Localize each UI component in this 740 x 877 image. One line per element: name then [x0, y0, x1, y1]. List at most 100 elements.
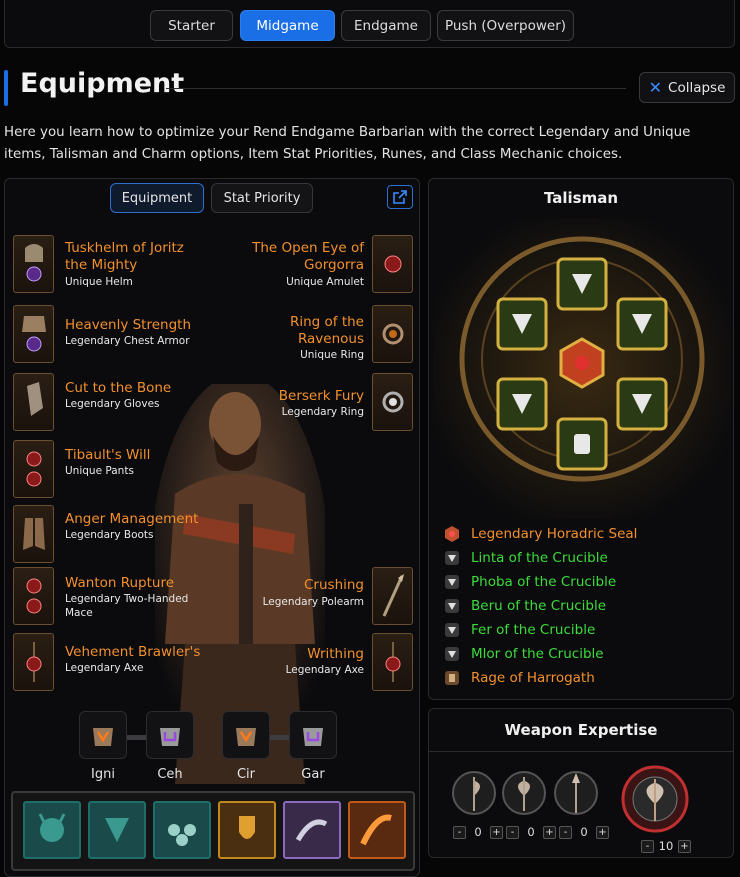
- tab-midgame[interactable]: Midgame: [240, 10, 335, 41]
- rune-orange-icon: [236, 728, 256, 746]
- chest-armor-slot[interactable]: [13, 305, 54, 363]
- rallying-cry-skill-icon[interactable]: [153, 801, 211, 859]
- boots-slot[interactable]: [13, 505, 54, 563]
- axe-slot[interactable]: [372, 633, 413, 691]
- external-link-icon[interactable]: [387, 185, 413, 209]
- charm-row[interactable]: Linta of the Crucible: [443, 547, 608, 569]
- item-name[interactable]: Cut to the Bone: [65, 380, 171, 397]
- rune-purple-icon: [303, 728, 323, 746]
- pants-slot[interactable]: [13, 440, 54, 498]
- item-name[interactable]: Writhing: [307, 646, 364, 663]
- item-type: Unique Amulet: [286, 276, 364, 288]
- rune-label: Gar: [301, 767, 325, 782]
- item-name[interactable]: Vehement Brawler's: [65, 644, 200, 661]
- expertise-value: 0: [474, 825, 482, 839]
- charm-label: Legendary Horadric Seal: [471, 526, 638, 542]
- charm-label: Phoba of the Crucible: [471, 574, 617, 590]
- iron-skin-skill-icon[interactable]: [218, 801, 276, 859]
- item-name[interactable]: Wanton Rupture: [65, 575, 174, 592]
- charm-label: Mlor of the Crucible: [471, 646, 604, 662]
- charm-icon: [445, 623, 459, 637]
- charm-icon: [445, 647, 459, 661]
- rune-label: Ceh: [157, 767, 183, 782]
- two-handed-axe-expertise-icon[interactable]: [501, 767, 547, 819]
- decrement-button[interactable]: -: [559, 825, 572, 839]
- item-name[interactable]: Berserk Fury: [279, 388, 364, 405]
- section-divider: [166, 88, 626, 89]
- axe-slot[interactable]: [13, 633, 54, 691]
- seal-icon: [445, 526, 459, 542]
- mace-slot[interactable]: [13, 567, 54, 625]
- rune-gar[interactable]: [289, 711, 337, 759]
- decrement-button[interactable]: -: [506, 825, 519, 839]
- charm-icon: [445, 599, 459, 613]
- increment-button[interactable]: +: [678, 839, 691, 853]
- increment-button[interactable]: +: [490, 825, 503, 839]
- item-type: Unique Pants: [65, 465, 134, 477]
- helm-slot[interactable]: [13, 235, 54, 293]
- equipment-panel: Equipment Stat Priority Tuskhelm of Jori…: [4, 178, 420, 877]
- increment-button[interactable]: +: [543, 825, 556, 839]
- axe-icon: [26, 642, 41, 682]
- unique-charm-icon: [445, 671, 459, 685]
- polearm-icon: [382, 574, 404, 617]
- charm-row[interactable]: Mlor of the Crucible: [443, 643, 604, 665]
- ring-icon: [382, 323, 403, 345]
- talisman-title: Talisman: [543, 189, 619, 207]
- rend-skill-icon[interactable]: [348, 801, 406, 859]
- skill-bar: [11, 791, 415, 871]
- rune-cir[interactable]: [222, 711, 270, 759]
- section-header: Equipment ✕ Collapse: [4, 68, 735, 108]
- tab-starter[interactable]: Starter: [150, 10, 233, 41]
- expertise-stepper: - 0 +: [506, 825, 556, 839]
- tab-push-overpower[interactable]: Push (Overpower): [437, 10, 574, 41]
- polearm-expertise-icon[interactable]: [553, 767, 599, 819]
- collapse-button[interactable]: ✕ Collapse: [639, 72, 735, 103]
- rune-label: Cir: [236, 767, 256, 782]
- gloves-slot[interactable]: [13, 373, 54, 431]
- charm-row[interactable]: Legendary Horadric Seal: [443, 523, 637, 545]
- subtab-equipment[interactable]: Equipment: [110, 183, 204, 213]
- rune-ceh[interactable]: [146, 711, 194, 759]
- decrement-button[interactable]: -: [641, 839, 654, 853]
- item-type: Legendary Two-Handed Mace: [65, 593, 189, 619]
- item-type: Unique Ring: [300, 349, 364, 361]
- amulet-icon: [384, 255, 401, 273]
- item-name[interactable]: Heavenly Strength: [65, 317, 191, 334]
- item-type: Legendary Polearm: [262, 596, 364, 608]
- charm-row[interactable]: Beru of the Crucible: [443, 595, 606, 617]
- weapon-expertise-title: Weapon Expertise: [504, 721, 658, 739]
- expertise-value: 0: [527, 825, 535, 839]
- charm-row[interactable]: Phoba of the Crucible: [443, 571, 616, 593]
- charm-row[interactable]: Rage of Harrogath: [443, 667, 595, 689]
- close-icon: ✕: [648, 78, 663, 97]
- talisman-board: [433, 219, 731, 519]
- intro-text: Here you learn how to optimize your Rend…: [4, 125, 691, 162]
- charm-row[interactable]: Fer of the Crucible: [443, 619, 595, 641]
- amulet-slot[interactable]: [372, 235, 413, 293]
- axe-expertise-icon[interactable]: [451, 767, 497, 819]
- war-cry-skill-icon[interactable]: [23, 801, 81, 859]
- item-name[interactable]: Crushing: [304, 577, 364, 594]
- chest-armor-icon: [21, 316, 46, 352]
- item-name[interactable]: The Open Eye of Gorgorra: [252, 240, 364, 274]
- subtab-stat-priority[interactable]: Stat Priority: [211, 183, 313, 213]
- two-handed-axe-expertise-icon[interactable]: [619, 761, 691, 837]
- horn-skill-icon[interactable]: [283, 801, 341, 859]
- item-type: Unique Helm: [65, 276, 133, 288]
- item-name[interactable]: Ring of the Ravenous: [290, 314, 364, 348]
- challenging-shout-skill-icon[interactable]: [88, 801, 146, 859]
- increment-button[interactable]: +: [596, 825, 609, 839]
- tab-endgame[interactable]: Endgame: [341, 10, 431, 41]
- ring-slot[interactable]: [372, 305, 413, 363]
- item-name[interactable]: Anger Management: [65, 511, 198, 528]
- collapse-label: Collapse: [668, 79, 726, 96]
- item-type: Legendary Gloves: [65, 398, 160, 410]
- item-name[interactable]: Tibault's Will: [65, 447, 150, 464]
- expertise-value: 10: [658, 839, 674, 853]
- ring-slot[interactable]: [372, 373, 413, 431]
- rune-igni[interactable]: [79, 711, 127, 759]
- polearm-slot[interactable]: [372, 567, 413, 625]
- item-name[interactable]: Tuskhelm of Joritz the Mighty: [65, 240, 184, 274]
- decrement-button[interactable]: -: [453, 825, 466, 839]
